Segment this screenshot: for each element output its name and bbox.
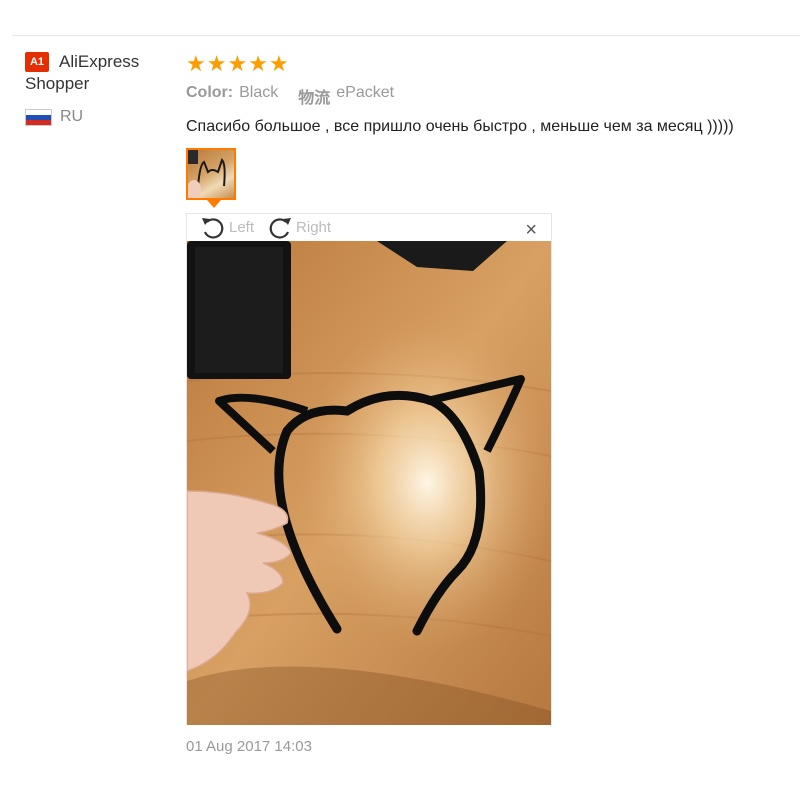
rotate-right-label: Right — [296, 219, 332, 236]
shipping-label: 物流 — [298, 90, 331, 107]
review-text: Спасибо большое , все пришло очень быстр… — [186, 118, 734, 135]
country-code: RU — [60, 108, 84, 125]
reviewer-name-line2: Shopper — [25, 74, 90, 93]
reviewer-country: RU — [25, 108, 175, 126]
russia-flag-icon — [25, 108, 52, 126]
rotate-left-icon — [202, 217, 224, 239]
top-divider — [12, 35, 800, 36]
star-icon: ★ — [268, 51, 289, 76]
thumbnail-image — [188, 150, 226, 198]
shipping-value: ePacket — [336, 84, 395, 101]
star-icon: ★ — [186, 51, 206, 76]
review-photo-thumbnail[interactable] — [186, 148, 236, 200]
review-photo — [187, 241, 551, 725]
reviewer-info: A1 AliExpress Shopper RU — [25, 52, 175, 126]
order-attributes: Color: Black 物流 ePacket — [186, 84, 786, 108]
rotate-right-icon — [269, 217, 292, 239]
thumbnail-selected-caret — [207, 200, 221, 208]
star-icon: ★ — [206, 51, 227, 76]
star-rating: ★ ★ ★ ★ ★ — [186, 52, 786, 76]
rotate-left-label: Left — [229, 219, 255, 236]
a1-badge-icon: A1 — [25, 52, 49, 72]
star-icon: ★ — [227, 51, 248, 76]
rotate-left-button[interactable]: Left — [199, 214, 254, 242]
viewer-toolbar: Left Right × — [187, 214, 551, 241]
star-icon: ★ — [248, 51, 268, 76]
close-icon[interactable]: × — [525, 220, 537, 240]
color-label: Color: — [186, 84, 234, 101]
reviewer-name: AliExpress — [59, 52, 140, 71]
review-body: ★ ★ ★ ★ ★ Color: Black 物流 ePacket Спасиб… — [186, 52, 786, 136]
image-viewer: Left Right × — [186, 213, 552, 725]
rotate-right-button[interactable]: Right — [266, 214, 331, 242]
review-photo-large — [187, 241, 551, 725]
review-date: 01 Aug 2017 14:03 — [186, 738, 312, 755]
color-value: Black — [239, 84, 279, 101]
